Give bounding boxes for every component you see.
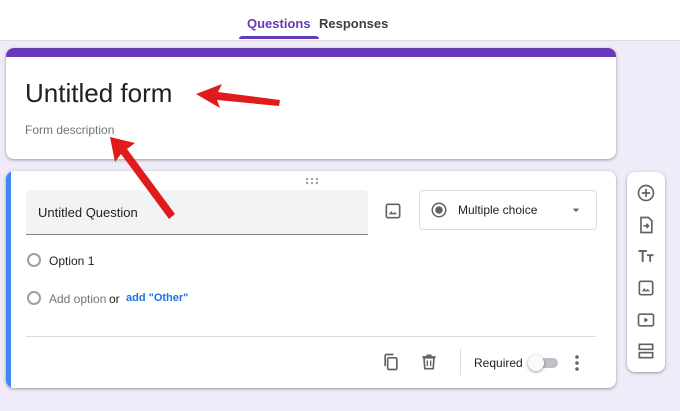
add-option-input[interactable]: Add option [49, 292, 106, 306]
radio-button-icon [431, 202, 447, 218]
question-title-text: Untitled Question [38, 205, 138, 220]
question-footer-divider [26, 336, 596, 337]
more-options-icon[interactable] [568, 353, 586, 373]
chevron-down-icon [572, 208, 580, 212]
required-toggle[interactable] [528, 355, 560, 371]
theme-color-band [6, 48, 616, 57]
required-label: Required [474, 356, 523, 370]
question-type-dropdown[interactable]: Multiple choice [419, 190, 597, 230]
or-separator: or [109, 292, 120, 306]
add-image-icon[interactable] [383, 201, 403, 221]
import-questions-icon[interactable] [636, 215, 656, 235]
add-question-icon[interactable] [636, 183, 656, 203]
add-image-icon[interactable] [636, 278, 656, 298]
floating-toolbar [627, 172, 665, 372]
form-description-input[interactable]: Form description [25, 123, 114, 137]
question-card: Untitled Question Multiple choice Option… [6, 171, 616, 388]
add-video-icon[interactable] [636, 310, 656, 330]
form-header-card: Untitled form Form description [6, 48, 616, 159]
footer-vertical-divider [460, 349, 461, 375]
active-question-indicator [6, 171, 11, 388]
form-title-input[interactable]: Untitled form [25, 78, 172, 109]
toggle-knob [528, 355, 544, 371]
option-1-input[interactable]: Option 1 [49, 254, 94, 268]
duplicate-icon[interactable] [381, 352, 401, 372]
question-type-label: Multiple choice [458, 203, 538, 217]
drag-handle-icon[interactable] [302, 176, 322, 186]
tab-responses[interactable]: Responses [319, 0, 388, 40]
option-radio [27, 253, 41, 267]
add-title-icon[interactable] [636, 246, 656, 266]
add-section-icon[interactable] [636, 341, 656, 361]
add-other-link[interactable]: add "Other" [126, 292, 188, 304]
top-tab-bar: Questions Responses [0, 0, 680, 41]
question-title-field[interactable]: Untitled Question [26, 190, 368, 235]
tab-questions[interactable]: Questions [239, 0, 319, 40]
add-option-radio [27, 291, 41, 305]
delete-icon[interactable] [419, 352, 439, 372]
